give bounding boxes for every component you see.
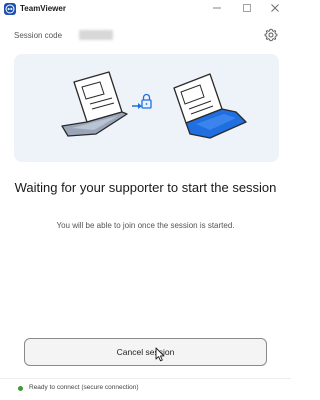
title-bar: TeamViewer: [0, 0, 291, 18]
page-subtitle: You will be able to join once the sessio…: [56, 221, 235, 230]
close-icon[interactable]: [262, 0, 288, 16]
cancel-session-button[interactable]: Cancel session: [24, 338, 267, 366]
left-laptop-icon: [61, 71, 128, 137]
right-laptop-icon: [173, 73, 247, 139]
app-title: TeamViewer: [20, 4, 66, 13]
lock-icon: [141, 93, 152, 109]
minimize-icon[interactable]: [204, 0, 230, 16]
status-divider: [0, 378, 291, 379]
mouse-cursor-icon: [155, 347, 165, 362]
connector-arrow: [132, 103, 142, 109]
connection-illustration: [14, 54, 279, 162]
maximize-icon[interactable]: [234, 0, 260, 16]
gear-icon[interactable]: [264, 28, 278, 42]
session-code-value: [79, 30, 113, 40]
session-code-label: Session code: [14, 31, 63, 40]
session-code-row: Session code: [0, 26, 291, 46]
teamviewer-logo-icon: [4, 3, 16, 15]
page-title: Waiting for your supporter to start the …: [14, 180, 277, 195]
connection-status-text: Ready to connect (secure connection): [29, 384, 139, 391]
status-indicator-icon: [18, 386, 23, 391]
